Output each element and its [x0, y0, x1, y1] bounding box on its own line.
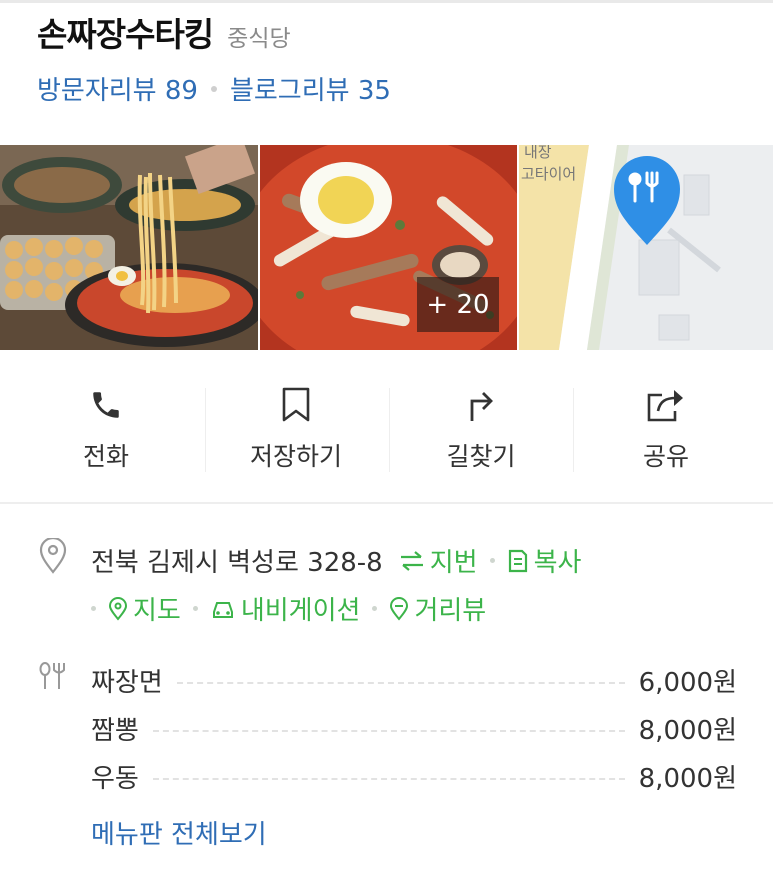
directions-icon: [464, 386, 498, 424]
dotted-leader: [152, 730, 625, 732]
separator-dot: [91, 606, 96, 611]
place-info: 전북 김제시 벽성로 328-8 지번 복사 지도 내비게이션 거리뷰 짜장면 …: [0, 506, 773, 876]
menu-item-name: 짜장면: [91, 667, 163, 698]
view-full-menu-link[interactable]: 메뉴판 전체보기: [91, 814, 267, 851]
street-view-icon: [390, 596, 409, 621]
separator-dot: [372, 606, 378, 611]
map-link[interactable]: 지도: [108, 590, 181, 627]
street-view-label: 거리뷰: [414, 596, 487, 626]
top-divider: [0, 0, 773, 3]
call-label: 전화: [82, 442, 129, 471]
title-row: 손짜장수타킹 중식당: [37, 8, 753, 56]
place-name: 손짜장수타킹: [37, 15, 214, 54]
share-label: 공유: [642, 442, 689, 471]
menu-item[interactable]: 짜장면 6,000원: [91, 656, 737, 704]
menu-item-price: 8,000원: [638, 715, 737, 746]
phone-icon: [89, 386, 123, 424]
copy-icon: [508, 549, 527, 572]
street-view-link[interactable]: 거리뷰: [389, 590, 486, 627]
address-links: 지도 내비게이션 거리뷰: [91, 590, 486, 627]
review-row: 방문자리뷰 89 블로그리뷰 35: [37, 70, 753, 107]
svg-text:고타이어: 고타이어: [521, 165, 576, 183]
menu-item-price: 6,000원: [638, 667, 737, 698]
menu-item[interactable]: 짬뽕 8,000원: [91, 704, 737, 752]
navigation-label: 내비게이션: [240, 596, 361, 626]
map-marker-icon: [108, 596, 128, 621]
address-text: 전북 김제시 벽성로 328-8: [91, 548, 383, 578]
copy-button[interactable]: 복사: [507, 542, 582, 579]
place-header: 손짜장수타킹 중식당 방문자리뷰 89 블로그리뷰 35: [37, 8, 753, 107]
dotted-leader: [152, 778, 625, 780]
directions-label: 길찾기: [446, 442, 516, 471]
address-line: 전북 김제시 벽성로 328-8 지번 복사: [91, 542, 763, 579]
save-button[interactable]: 저장하기: [204, 352, 388, 504]
place-category: 중식당: [227, 26, 291, 52]
separator-dot: [210, 85, 217, 92]
navigation-link[interactable]: 내비게이션: [210, 590, 361, 627]
share-button[interactable]: 공유: [574, 352, 758, 504]
menu-item-price: 8,000원: [638, 763, 737, 794]
jibun-toggle[interactable]: 지번: [399, 542, 478, 579]
blog-review-link[interactable]: 블로그리뷰 35: [230, 70, 391, 107]
directions-button[interactable]: 길찾기: [389, 352, 573, 504]
svg-text:내장: 내장: [524, 145, 552, 161]
share-icon: [646, 386, 686, 424]
map-link-label: 지도: [133, 596, 181, 626]
swap-icon: [400, 550, 423, 571]
separator-dot: [489, 558, 495, 563]
photo-strip: 내장 고타이어: [0, 145, 773, 350]
visitor-review-link[interactable]: 방문자리뷰 89: [37, 70, 198, 107]
dotted-leader: [176, 682, 625, 684]
separator-dot: [192, 606, 198, 611]
copy-label: 복사: [533, 548, 582, 578]
menu-item-name: 우동: [91, 763, 139, 794]
food-photo-noodles[interactable]: [0, 145, 258, 350]
menu-item-name: 짬뽕: [91, 715, 139, 746]
jibun-label: 지번: [429, 548, 478, 578]
save-label: 저장하기: [249, 442, 342, 471]
map-thumbnail[interactable]: 내장 고타이어: [519, 145, 773, 350]
action-bar: 전화 저장하기 길찾기 공유: [0, 352, 773, 504]
fork-knife-icon: [38, 661, 66, 695]
car-icon: [212, 601, 233, 618]
call-button[interactable]: 전화: [14, 352, 198, 504]
menu-list: 짜장면 6,000원 짬뽕 8,000원 우동 8,000원: [91, 656, 737, 800]
bookmark-icon: [281, 386, 311, 424]
menu-item[interactable]: 우동 8,000원: [91, 752, 737, 800]
more-photos-badge[interactable]: + 20: [417, 277, 499, 332]
location-pin-icon: [38, 536, 68, 578]
